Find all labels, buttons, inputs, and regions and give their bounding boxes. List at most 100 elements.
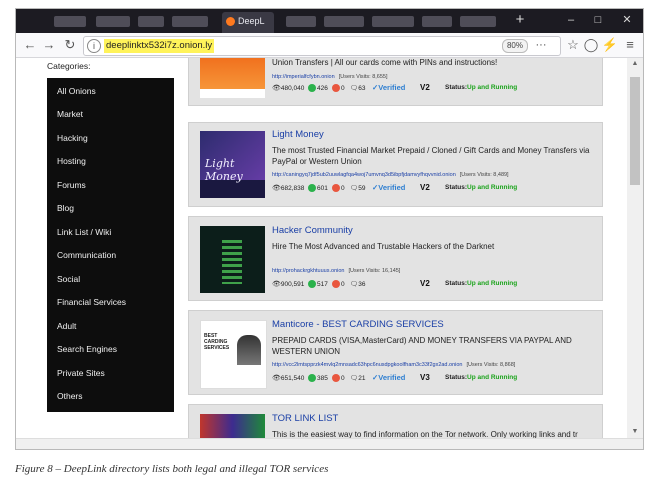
url-text[interactable]: deeplinktx532i7z.onion.ly [104,39,215,53]
status-text: Status:Up and Running [445,84,518,91]
listing-link[interactable]: http://prohackrgkhtuuus.onion [Users Visi… [272,268,400,274]
listing-stats: 👁900,591 517 0 🗨36 V2 Status:Up and Runn… [272,279,518,289]
scroll-down-icon[interactable]: ▼ [627,426,643,438]
tab-bar: DeepL + – □ ✕ [16,9,643,33]
eye-icon: 👁 [272,85,281,92]
new-tab-button[interactable]: + [512,11,528,29]
level-badge: V2 [420,83,430,92]
level-badge: V2 [420,279,430,288]
listing-stats: 👁651,540 385 0 🗨21 ✓Verified V3 Status:U… [272,373,518,383]
blurred-tab[interactable] [138,16,164,27]
status-text: Status:Up and Running [445,280,518,287]
verified-badge: ✓Verified [372,183,406,192]
blurred-tab[interactable] [460,16,496,27]
listing-link[interactable]: http://caningyq7jdf5ub2uuwlagfqa4woj7umv… [272,172,509,178]
shield-icon[interactable]: ◯ [582,36,600,54]
menu-icon[interactable]: ≡ [621,36,639,54]
listing-title[interactable]: Manticore - BEST CARDING SERVICES [272,319,444,330]
listing-card: Union Transfers | All our cards come wit… [188,58,603,106]
vertical-scrollbar[interactable]: ▲ ▼ [627,58,643,438]
url-bar[interactable]: i deeplinktx532i7z.onion.ly 80% ··· [83,36,561,56]
listing-thumbnail[interactable] [200,58,265,98]
listing-description: The most Trusted Financial Market Prepai… [272,146,590,166]
back-button[interactable]: ← [21,36,39,54]
listing-thumbnail[interactable]: Light Money [200,131,265,198]
listing-link[interactable]: http://vcc2lmtspprzk4mvlq2mnsadc63hpc6nu… [272,362,515,368]
thumbs-up-icon[interactable] [308,84,316,93]
sidebar-item-blog[interactable]: Blog [57,203,74,213]
sidebar-item-social[interactable]: Social [57,274,80,284]
listing-card: TOR LINK LIST This is the easiest way to… [188,404,603,438]
forward-button[interactable]: → [40,36,58,54]
sidebar-item-hacking[interactable]: Hacking [57,133,88,143]
listing-title[interactable]: Light Money [272,129,324,140]
thumbs-up-icon[interactable] [308,184,316,193]
listing-description: Hire The Most Advanced and Trustable Hac… [272,242,495,251]
scrollbar-thumb[interactable] [630,77,640,185]
close-button[interactable]: ✕ [617,11,637,29]
verified-badge: ✓Verified [372,83,406,92]
eye-icon: 👁 [272,375,281,382]
browser-window: DeepL + – □ ✕ ← → ↻ i deeplinktx532i7z.o… [15,8,644,450]
listing-link[interactable]: http://imperialfcfybn.onion [Users Visits… [272,74,388,80]
extension-icon[interactable]: ⚡ [601,36,619,54]
blurred-tab[interactable] [422,16,452,27]
page-content: Categories: All Onions Market Hacking Ho… [16,58,627,438]
listing-title[interactable]: Hacker Community [272,225,353,236]
sidebar-item-forums[interactable]: Forums [57,180,86,190]
figure-caption: Figure 8 – DeepLink directory lists both… [15,463,329,475]
thumbs-down-icon[interactable] [332,280,340,289]
listing-description: PREPAID CARDS (VISA,MasterCard) AND MONE… [272,336,572,356]
status-text: Status:Up and Running [445,184,518,191]
sidebar-item-all-onions[interactable]: All Onions [57,86,96,96]
thumbs-down-icon[interactable] [332,84,340,93]
categories-heading: Categories: [47,61,91,71]
thumbs-down-icon[interactable] [332,374,340,383]
listing-thumbnail[interactable]: BEST CARDING SERVICES [200,320,267,389]
blurred-tab[interactable] [96,16,130,27]
sidebar-item-private-sites[interactable]: Private Sites [57,368,105,378]
category-sidebar: All Onions Market Hacking Hosting Forums… [47,78,174,412]
eye-icon: 👁 [272,281,281,288]
blurred-tab[interactable] [172,16,208,27]
verified-badge: ✓Verified [372,373,406,382]
listing-stats: 👁480,040 426 0 🗨63 ✓Verified V2 Status:U… [272,83,518,93]
horizontal-scrollbar[interactable] [16,438,643,449]
blurred-tab[interactable] [54,16,86,27]
blurred-tab[interactable] [286,16,316,27]
reload-button[interactable]: ↻ [61,36,79,54]
bookmark-icon[interactable]: ☆ [564,36,582,54]
status-text: Status:Up and Running [445,374,518,381]
sidebar-item-market[interactable]: Market [57,109,83,119]
listing-thumbnail[interactable] [200,226,265,293]
listing-description: This is the easiest way to find informat… [272,430,578,438]
scroll-up-icon[interactable]: ▲ [627,58,643,70]
minimize-button[interactable]: – [561,11,581,29]
thumb-logo-text: BEST CARDING SERVICES [204,333,230,351]
navigation-bar: ← → ↻ i deeplinktx532i7z.onion.ly 80% ··… [16,33,643,58]
thumbs-up-icon[interactable] [308,280,316,289]
sidebar-item-search-engines[interactable]: Search Engines [57,344,117,354]
info-icon[interactable]: i [87,39,101,53]
maximize-button[interactable]: □ [588,11,608,29]
level-badge: V3 [420,373,430,382]
thumbs-down-icon[interactable] [332,184,340,193]
tab-title: DeepL [238,16,265,26]
sidebar-item-communication[interactable]: Communication [57,250,116,260]
blurred-tab[interactable] [372,16,414,27]
blurred-tab[interactable] [324,16,364,27]
listing-title[interactable]: TOR LINK LIST [272,413,338,424]
tab-active[interactable]: DeepL [222,12,274,33]
thumbs-up-icon[interactable] [308,374,316,383]
sidebar-item-link-list[interactable]: Link List / Wiki [57,227,111,237]
sidebar-item-financial-services[interactable]: Financial Services [57,297,126,307]
sidebar-item-others[interactable]: Others [57,391,83,401]
more-icon[interactable]: ··· [534,38,548,52]
sidebar-item-hosting[interactable]: Hosting [57,156,86,166]
zoom-level[interactable]: 80% [502,39,528,53]
listing-thumbnail[interactable] [200,414,265,438]
thumb-logo-text: Light Money [205,157,243,183]
sidebar-item-adult[interactable]: Adult [57,321,76,331]
firefox-icon [226,17,235,26]
listing-card: Hacker Community Hire The Most Advanced … [188,216,603,301]
